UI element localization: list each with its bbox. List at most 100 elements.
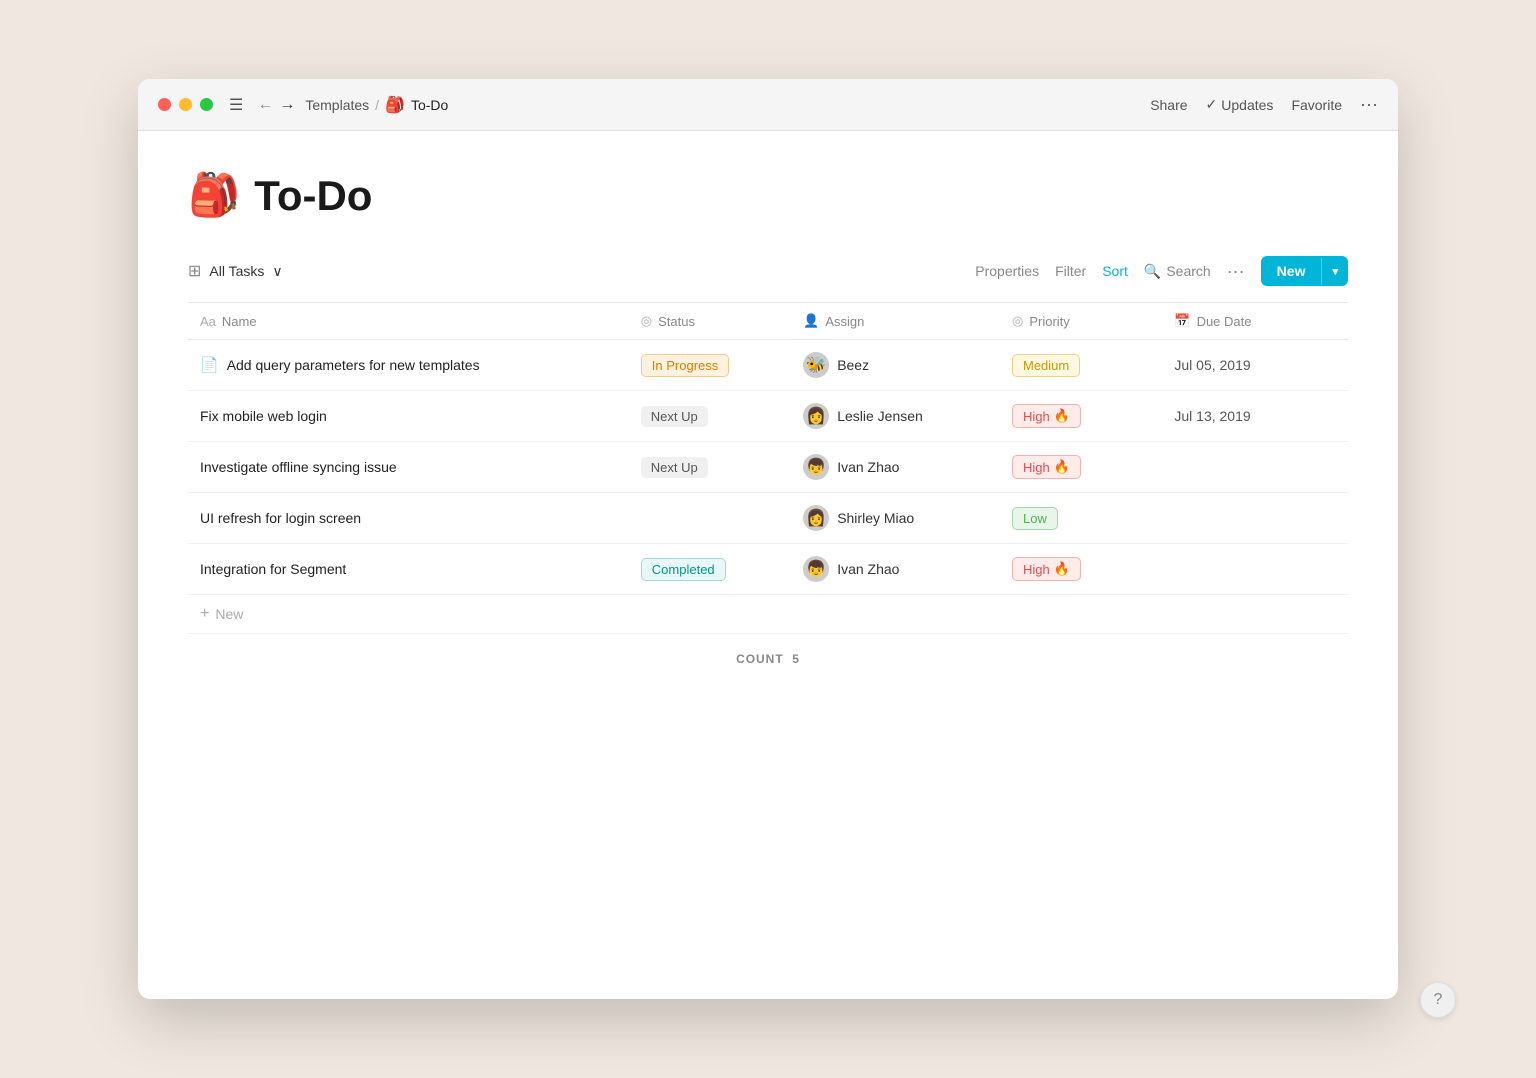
count-label: COUNT xyxy=(736,652,783,666)
search-icon: 🔍 xyxy=(1144,263,1161,280)
breadcrumb-parent[interactable]: Templates xyxy=(305,97,369,113)
status-col-icon: ◎ xyxy=(641,313,652,329)
updates-check: ✓ xyxy=(1206,96,1218,113)
priority-text: High xyxy=(1023,409,1050,424)
col-header-duedate: 📅 Due Date xyxy=(1162,303,1348,340)
filter-button[interactable]: Filter xyxy=(1055,263,1086,279)
task-assign-cell: 👩 Shirley Miao xyxy=(791,493,1000,544)
forward-arrow[interactable]: → xyxy=(279,96,295,114)
task-duedate-cell xyxy=(1162,493,1348,544)
name-col-label: Name xyxy=(222,314,257,329)
priority-badge: High 🔥 xyxy=(1012,404,1081,428)
task-priority-cell: High 🔥 xyxy=(1000,544,1162,595)
page-title: To-Do xyxy=(254,172,372,220)
priority-badge: Low xyxy=(1012,507,1058,530)
task-priority-cell: High🔥 xyxy=(1000,442,1162,493)
new-button[interactable]: New ▾ xyxy=(1261,256,1348,286)
task-name-cell: Integration for Segment xyxy=(188,544,629,595)
assignee-name: Ivan Zhao xyxy=(837,459,899,475)
avatar: 👦 xyxy=(803,454,829,480)
priority-emoji: 🔥 xyxy=(1054,408,1070,424)
priority-col-label: Priority xyxy=(1029,314,1069,329)
assign-col-label: Assign xyxy=(825,314,864,329)
avatar: 👩 xyxy=(803,403,829,429)
duedate-col-icon: 📅 xyxy=(1174,313,1190,329)
add-new-cell[interactable]: +New xyxy=(188,595,1348,634)
help-button[interactable]: ? xyxy=(1420,982,1456,1018)
task-duedate-cell: Jul 05, 2019 xyxy=(1162,340,1348,391)
properties-button[interactable]: Properties xyxy=(975,263,1039,279)
status-badge: In Progress xyxy=(641,354,729,377)
col-header-status: ◎ Status xyxy=(629,303,791,340)
task-status-cell: Next Up xyxy=(629,442,791,493)
task-status-cell: In Progress xyxy=(629,340,791,391)
traffic-lights xyxy=(158,98,213,111)
view-selector[interactable]: ⊞ All Tasks ∨ xyxy=(188,261,283,281)
assignee-name: Shirley Miao xyxy=(837,510,914,526)
task-priority-cell: Low xyxy=(1000,493,1162,544)
assignee-name: Leslie Jensen xyxy=(837,408,923,424)
task-name-icon: 📄 xyxy=(200,356,219,374)
new-button-label: New xyxy=(1261,256,1322,286)
minimize-button[interactable] xyxy=(179,98,192,111)
breadcrumb-current: To-Do xyxy=(411,97,448,113)
new-button-caret[interactable]: ▾ xyxy=(1321,258,1348,285)
duedate-col-label: Due Date xyxy=(1197,314,1252,329)
sort-button[interactable]: Sort xyxy=(1102,263,1128,279)
search-label: Search xyxy=(1166,263,1210,279)
menu-icon[interactable]: ☰ xyxy=(229,95,243,115)
breadcrumb-separator: / xyxy=(375,97,379,113)
chevron-down-icon: ∨ xyxy=(272,263,282,280)
maximize-button[interactable] xyxy=(200,98,213,111)
close-button[interactable] xyxy=(158,98,171,111)
task-name-cell: UI refresh for login screen xyxy=(188,493,629,544)
task-duedate-cell xyxy=(1162,442,1348,493)
add-new-label: New xyxy=(215,606,243,622)
task-priority-cell: Medium xyxy=(1000,340,1162,391)
task-assign-cell: 👦 Ivan Zhao xyxy=(791,442,1000,493)
table-row[interactable]: Investigate offline syncing issueNext Up… xyxy=(188,442,1348,493)
col-header-priority: ◎ Priority xyxy=(1000,303,1162,340)
task-name-text: Fix mobile web login xyxy=(200,408,327,424)
table-header-row: Aa Name ◎ Status 👤 Assign xyxy=(188,303,1348,340)
search-button[interactable]: 🔍 Search xyxy=(1144,263,1211,280)
status-badge: Next Up xyxy=(641,406,708,427)
count-row: COUNT 5 xyxy=(188,634,1348,666)
priority-badge: Medium xyxy=(1012,354,1080,377)
task-duedate-cell xyxy=(1162,544,1348,595)
priority-text: Medium xyxy=(1023,358,1069,373)
priority-badge: High 🔥 xyxy=(1012,557,1081,581)
status-badge: Completed xyxy=(641,558,726,581)
table-row[interactable]: Fix mobile web login Next Up 👩 Leslie Jense… xyxy=(188,391,1348,442)
task-status-cell xyxy=(629,493,791,544)
titlebar: ☰ ← → Templates / 🎒 To-Do Share ✓ Update… xyxy=(138,79,1398,131)
table-row[interactable]: UI refresh for login screen 👩 Shirley Miao… xyxy=(188,493,1348,544)
add-new-row[interactable]: +New xyxy=(188,595,1348,634)
updates-label: Updates xyxy=(1221,97,1273,113)
assignee-name: Beez xyxy=(837,357,869,373)
breadcrumb-icon: 🎒 xyxy=(385,95,405,115)
avatar: 👩 xyxy=(803,505,829,531)
assignee-name: Ivan Zhao xyxy=(837,561,899,577)
share-button[interactable]: Share xyxy=(1150,97,1187,113)
table-toolbar: ⊞ All Tasks ∨ Properties Filter Sort 🔍 S… xyxy=(188,256,1348,286)
task-name-text: UI refresh for login screen xyxy=(200,510,361,526)
priority-text: High xyxy=(1023,562,1050,577)
toolbar-actions: Properties Filter Sort 🔍 Search ··· New … xyxy=(975,256,1348,286)
task-name-text: Add query parameters for new templates xyxy=(227,357,480,373)
more-actions-button[interactable]: ··· xyxy=(1227,261,1245,282)
updates-button[interactable]: ✓ Updates xyxy=(1206,96,1274,113)
table-row[interactable]: Integration for Segment Completed 👦 Ivan Zh… xyxy=(188,544,1348,595)
favorite-button[interactable]: Favorite xyxy=(1291,97,1342,113)
table-row[interactable]: 📄 Add query parameters for new templates I… xyxy=(188,340,1348,391)
avatar: 👦 xyxy=(803,556,829,582)
avatar: 🐝 xyxy=(803,352,829,378)
priority-text: Low xyxy=(1023,511,1047,526)
priority-emoji: 🔥 xyxy=(1054,561,1070,577)
priority-col-icon: ◎ xyxy=(1012,313,1023,329)
priority-emoji: 🔥 xyxy=(1054,459,1070,475)
view-label: All Tasks xyxy=(209,263,264,279)
back-arrow[interactable]: ← xyxy=(257,96,273,114)
task-name-cell: 📄 Add query parameters for new templates xyxy=(188,340,629,391)
more-options-button[interactable]: ··· xyxy=(1360,94,1378,115)
